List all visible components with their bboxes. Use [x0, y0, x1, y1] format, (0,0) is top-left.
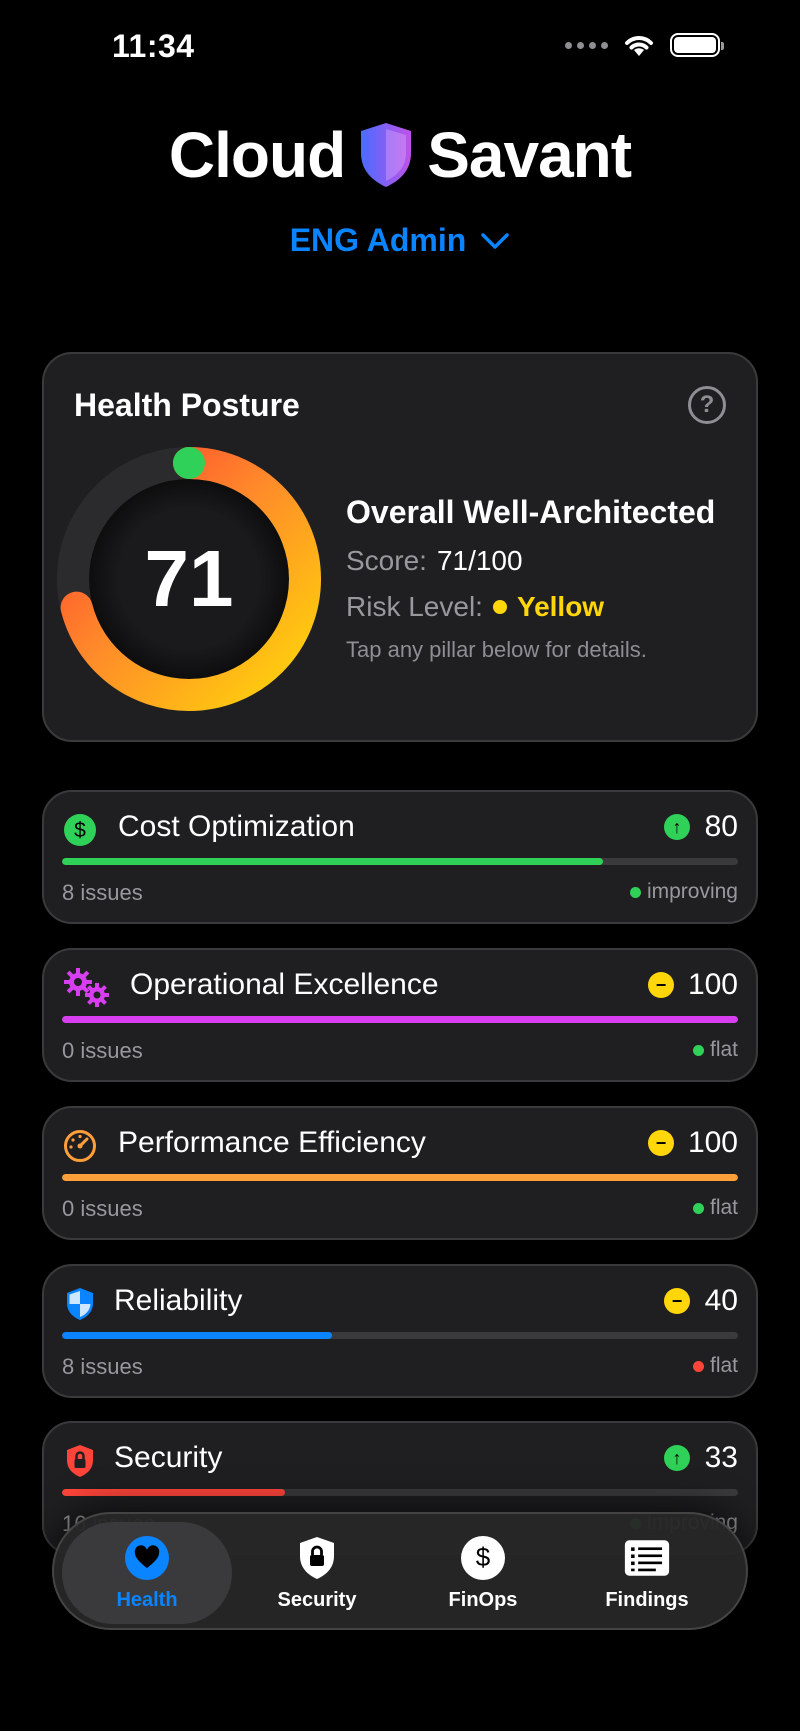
risk-value: Yellow	[516, 591, 605, 622]
brand-name-left: Cloud	[168, 119, 346, 191]
account-name: ENG Admin	[289, 222, 467, 258]
account-selector[interactable]: ENG Admin	[0, 222, 800, 259]
chevron-down-icon	[481, 232, 510, 249]
score-number: 71	[144, 534, 234, 623]
pillar-status: flat	[692, 1038, 738, 1062]
score-summary: Overall Well-Architected Score: 71/100 R…	[346, 494, 715, 663]
card-title: Health Posture	[74, 387, 300, 423]
pillar-progress-track	[62, 1016, 738, 1023]
status-icons	[565, 32, 724, 58]
dollar-icon: $	[62, 812, 98, 848]
status-dot-icon	[692, 1360, 704, 1372]
pillar-name: Reliability	[114, 1284, 243, 1317]
score-row: Score: 71/100	[346, 545, 715, 577]
wifi-icon	[625, 36, 653, 56]
pillar-progress-track	[62, 1174, 738, 1181]
score-value: 71/100	[436, 545, 523, 576]
status-dot-icon	[629, 886, 641, 898]
tab-label: Health	[116, 1588, 178, 1611]
pillar-name: Operational Excellence	[130, 968, 439, 1001]
battery-icon	[670, 33, 724, 57]
trend-flat-icon: −	[664, 1288, 690, 1314]
pillar-progress-fill	[62, 858, 603, 865]
help-icon[interactable]: ?	[688, 386, 726, 424]
pillar-status: flat	[692, 1196, 738, 1220]
pillar-progress-track	[62, 858, 738, 865]
pillar-status: improving	[629, 880, 738, 904]
pillar-status-text: flat	[709, 1354, 738, 1377]
pillar-issues: 8 issues	[62, 1354, 143, 1379]
signal-icon	[565, 41, 608, 49]
status-dot-icon	[692, 1202, 704, 1214]
dollar-circle-icon: $	[460, 1535, 506, 1581]
pillar-issues: 8 issues	[62, 880, 143, 905]
trend-flat-icon: −	[648, 1130, 674, 1156]
tab-health[interactable]: Health	[62, 1522, 232, 1624]
pillar-status-text: improving	[646, 880, 738, 903]
heart-icon	[124, 1535, 170, 1581]
shield-logo-icon	[361, 123, 412, 187]
pillar-status-text: flat	[709, 1196, 738, 1219]
pillar-progress-fill	[62, 1174, 738, 1181]
risk-dot-icon	[492, 600, 507, 614]
app-logo: Cloud Savant	[0, 118, 800, 192]
pillar-progress-track	[62, 1332, 738, 1339]
tab-label: Findings	[605, 1588, 689, 1611]
hint-text: Tap any pillar below for details.	[346, 637, 647, 662]
pillar-score: 80	[704, 810, 738, 843]
risk-label: Risk Level:	[346, 591, 483, 622]
summary-title: Overall Well-Architected	[346, 494, 716, 530]
pillar-name: Performance Efficiency	[118, 1126, 426, 1159]
tab-label: Security	[277, 1588, 357, 1611]
pillar-card-operational-excellence[interactable]: Operational Excellence − 100 0 issues fl…	[42, 948, 758, 1082]
pillar-card-reliability[interactable]: Reliability − 40 8 issues flat	[42, 1264, 758, 1398]
tab-label: FinOps	[448, 1588, 518, 1611]
shield-half-icon	[62, 1286, 98, 1322]
pillar-card-cost-optimization[interactable]: $ Cost Optimization ↑ 80 8 issues improv…	[42, 790, 758, 924]
pillar-score: 100	[687, 1126, 738, 1159]
status-dot-icon	[692, 1044, 704, 1056]
trend-flat-icon: −	[648, 972, 674, 998]
pillar-card-performance-efficiency[interactable]: Performance Efficiency − 100 0 issues fl…	[42, 1106, 758, 1240]
pillar-progress-fill	[62, 1332, 333, 1339]
status-bar: 11:34	[0, 0, 800, 95]
pillar-score: 100	[687, 968, 738, 1001]
pillar-status: flat	[692, 1354, 738, 1378]
svg-text:$: $	[476, 1542, 491, 1572]
tab-findings[interactable]: Findings	[562, 1514, 732, 1632]
speedometer-icon	[62, 1128, 98, 1164]
pillar-name: Security	[114, 1441, 223, 1474]
pillar-progress-track	[62, 1489, 738, 1496]
lock-shield-icon	[62, 1443, 98, 1479]
list-icon	[624, 1535, 670, 1581]
pillar-progress-fill	[62, 1489, 286, 1496]
svg-text:$: $	[74, 819, 86, 842]
trend-up-icon: ↑	[664, 1445, 690, 1471]
tab-security[interactable]: Security	[232, 1514, 402, 1632]
pillar-progress-fill	[62, 1016, 738, 1023]
pillar-issues: 0 issues	[62, 1196, 143, 1221]
trend-up-icon: ↑	[664, 814, 690, 840]
pillar-name: Cost Optimization	[118, 810, 355, 843]
pillar-issues: 0 issues	[62, 1038, 143, 1063]
pillar-score: 40	[704, 1284, 738, 1317]
pillar-status-text: flat	[709, 1038, 738, 1061]
gears-icon	[62, 968, 112, 1007]
brand-name-right: Savant	[427, 119, 632, 191]
tab-finops[interactable]: $ FinOps	[398, 1514, 568, 1632]
health-posture-card[interactable]: Health Posture ? 71 Overall Well-Archite…	[42, 352, 758, 742]
risk-row: Risk Level: Yellow	[346, 591, 715, 623]
tab-bar: Health Security $ FinOps Findings	[52, 1512, 748, 1630]
pillar-score: 33	[704, 1441, 738, 1474]
score-label: Score:	[346, 545, 427, 576]
shield-lock-icon	[294, 1535, 340, 1581]
status-time: 11:34	[112, 28, 195, 64]
